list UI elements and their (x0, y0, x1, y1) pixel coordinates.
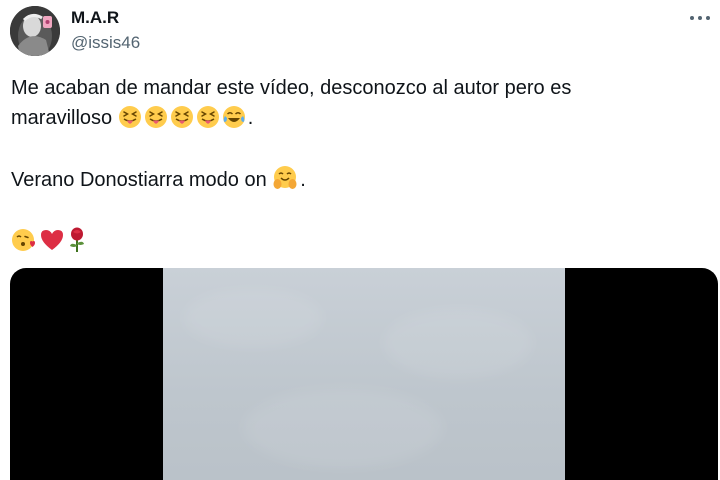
author-name[interactable]: M.A.R (71, 8, 119, 28)
kissing-heart-emoji (11, 227, 37, 262)
tweet-text-line-2-text: maravilloso (11, 107, 113, 129)
avatar[interactable] (10, 6, 60, 56)
tweet-text-line-2: maravilloso . (11, 103, 701, 133)
tweet-text: Me acaban de mandar este vídeo, desconoz… (11, 73, 701, 257)
tweet-text-line-2-end: . (247, 107, 254, 129)
tweet-text-line-3-end: . (300, 169, 306, 191)
author-handle[interactable]: @issis46 (71, 33, 140, 53)
tweet-text-line-1: Me acaban de mandar este vídeo, desconoz… (11, 77, 572, 99)
tweet-text-line-4 (11, 227, 701, 257)
hugging-face-emoji (272, 165, 298, 200)
tweet: M.A.R @issis46 Me acaban de mandar este … (0, 0, 720, 480)
squinting-tongue-emoji (144, 105, 168, 138)
video-frame[interactable] (163, 268, 565, 480)
squinting-tongue-emoji (196, 105, 220, 138)
squinting-tongue-emoji (170, 105, 194, 138)
rose-emoji (67, 227, 87, 262)
sky-cloud (183, 288, 323, 348)
tweet-text-line-3-text: Verano Donostiarra modo on (11, 169, 267, 191)
video-player[interactable] (10, 268, 718, 480)
sky-cloud (243, 388, 443, 468)
sky-cloud (383, 308, 533, 378)
squinting-tongue-emoji (118, 105, 142, 138)
tweet-text-line-3: Verano Donostiarra modo on . (11, 165, 701, 195)
red-heart-emoji (39, 227, 65, 262)
tears-of-joy-emoji (222, 105, 246, 138)
more-horizontal-icon[interactable] (684, 6, 716, 30)
